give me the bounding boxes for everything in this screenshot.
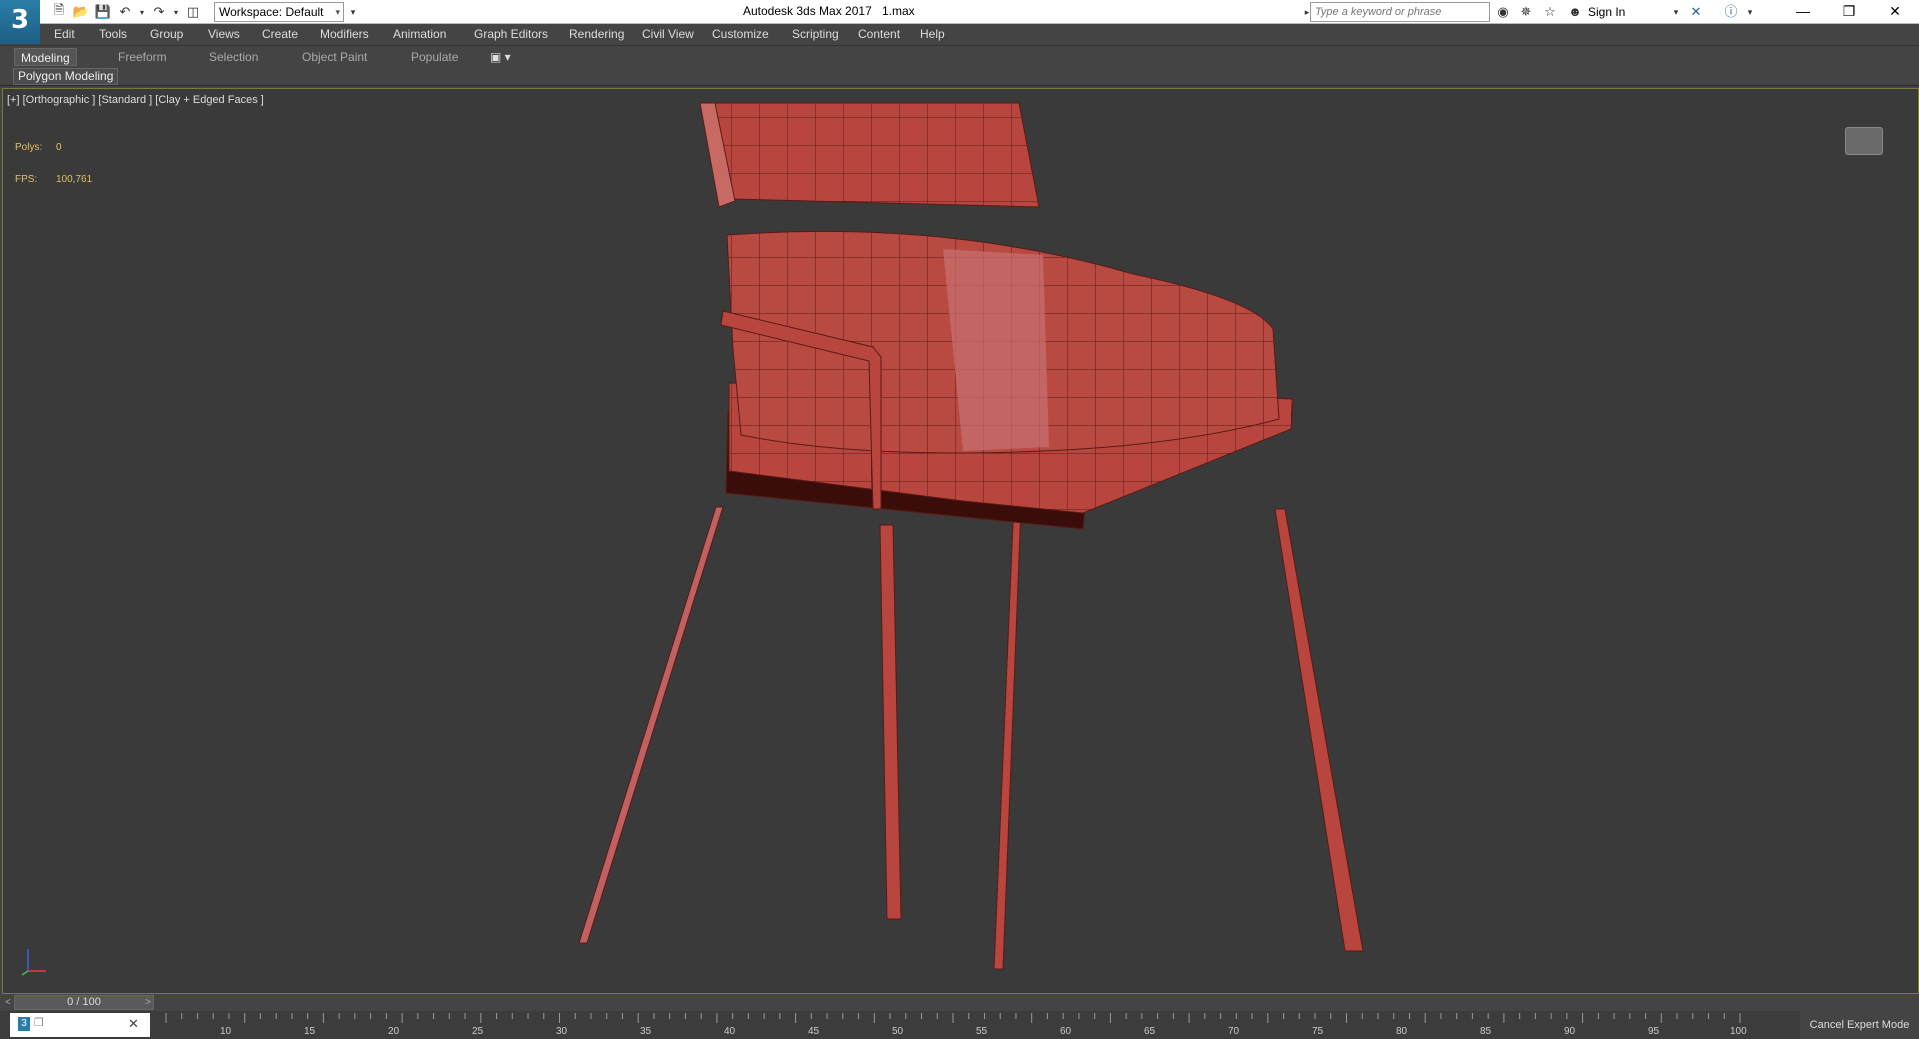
tick-label: 65 (1144, 1026, 1156, 1037)
sign-in-dropdown-icon[interactable]: ▾ (1667, 3, 1685, 21)
menu-create[interactable]: Create (262, 27, 298, 41)
file-name: 1.max (882, 4, 915, 18)
menu-scripting[interactable]: Scripting (792, 27, 839, 41)
tick-label: 50 (892, 1026, 904, 1037)
menu-animation[interactable]: Animation (393, 27, 446, 41)
time-prev-icon[interactable]: < (2, 995, 14, 1010)
workspace-label: Workspace: Default (219, 5, 324, 19)
ribbon-panel: Polygon Modeling (0, 67, 1919, 86)
taskbar-thumbnail[interactable]: 3 ❐ ✕ (10, 1013, 150, 1037)
tab-selection[interactable]: Selection (203, 48, 264, 66)
menu-tools[interactable]: Tools (99, 27, 127, 41)
search-input[interactable]: Type a keyword or phrase (1310, 2, 1490, 22)
redo-dropdown-icon[interactable]: ▾ (172, 3, 180, 21)
sign-in-link[interactable]: Sign In (1588, 5, 1625, 19)
app-title: Autodesk 3ds Max 2017 (743, 4, 872, 18)
polygon-modeling-panel-label[interactable]: Polygon Modeling (13, 68, 119, 85)
tick-label: 80 (1396, 1026, 1408, 1037)
menu-edit[interactable]: Edit (54, 27, 75, 41)
tick-label: 90 (1564, 1026, 1576, 1037)
help-dropdown-icon[interactable]: ▾ (1741, 3, 1759, 21)
axis-gizmo-icon (21, 949, 46, 976)
minimize-button[interactable]: — (1780, 0, 1826, 24)
tick-label: 10 (220, 1026, 232, 1037)
tab-modeling[interactable]: Modeling (14, 48, 77, 66)
tick-label: 100 (1730, 1026, 1747, 1037)
tick-label: 40 (724, 1026, 736, 1037)
chair-leg-front-left (879, 524, 902, 920)
time-slider-bar: < 0 / 100 > (0, 994, 1919, 1011)
chair-model[interactable] (3, 89, 1918, 993)
menu-help[interactable]: Help (920, 27, 945, 41)
viewport-orthographic[interactable]: [+] [Orthographic ] [Standard ] [Clay + … (2, 88, 1919, 994)
tick-label: 15 (304, 1026, 316, 1037)
app-mini-icon: 3 (18, 1017, 30, 1031)
tick-label: 85 (1480, 1026, 1492, 1037)
tick-label: 75 (1312, 1026, 1324, 1037)
menu-group[interactable]: Group (150, 27, 183, 41)
menu-content[interactable]: Content (858, 27, 900, 41)
tick-label: 30 (556, 1026, 568, 1037)
time-next-icon[interactable]: > (142, 995, 154, 1010)
tick-label: 55 (976, 1026, 988, 1037)
binoculars-icon[interactable]: ◉ (1494, 3, 1512, 21)
favorites-star-icon[interactable]: ☆ (1541, 3, 1559, 21)
app-logo-icon[interactable]: 3 (0, 0, 40, 44)
qat-customize-icon[interactable]: ▾ (344, 3, 362, 21)
tab-object-paint[interactable]: Object Paint (296, 48, 373, 66)
close-button[interactable]: ✕ (1872, 0, 1918, 24)
user-icon[interactable]: ☻ (1566, 3, 1584, 21)
restore-button[interactable]: ❐ (1826, 0, 1872, 24)
open-file-icon[interactable]: 📂 (72, 3, 90, 21)
tick-label: 95 (1648, 1026, 1660, 1037)
time-slider[interactable]: 0 / 100 (14, 995, 154, 1010)
tick-label: 20 (388, 1026, 400, 1037)
help-icon[interactable]: ⓘ (1722, 3, 1740, 21)
project-folder-icon[interactable]: ◫ (184, 3, 202, 21)
restore-mini-icon[interactable]: ❐ (34, 1016, 44, 1029)
menu-graph-editors[interactable]: Graph Editors (474, 27, 548, 41)
ribbon-tabs: Modeling Freeform Selection Object Paint… (0, 46, 1919, 67)
save-icon[interactable]: 💾 (94, 3, 112, 21)
new-file-icon[interactable]: 🗎 (50, 2, 68, 21)
undo-icon[interactable]: ↶ (116, 3, 134, 21)
chair-backrest-mesh (700, 103, 1039, 207)
close-mini-icon[interactable]: ✕ (128, 1016, 139, 1032)
tick-label: 35 (640, 1026, 652, 1037)
quick-access-toolbar: 🗎 📂 💾 ↶ ▾ ↷ ▾ ◫ (50, 2, 202, 21)
tick-label: 60 (1060, 1026, 1072, 1037)
menu-bar: Edit Tools Group Views Create Modifiers … (0, 24, 1919, 46)
menu-civil-view[interactable]: Civil View (642, 27, 694, 41)
track-bar[interactable]: 3 ❐ ✕ 10 15 20 25 30 35 40 45 50 55 60 6… (0, 1011, 1919, 1039)
menu-rendering[interactable]: Rendering (569, 27, 624, 41)
chevron-down-icon: ▾ (335, 7, 340, 17)
menu-modifiers[interactable]: Modifiers (320, 27, 369, 41)
menu-customize[interactable]: Customize (712, 27, 769, 41)
undo-dropdown-icon[interactable]: ▾ (138, 3, 146, 21)
redo-icon[interactable]: ↷ (150, 3, 168, 21)
menu-views[interactable]: Views (208, 27, 240, 41)
exchange-apps-icon[interactable]: ✕ (1687, 3, 1705, 21)
communication-center-icon[interactable]: ✵ (1517, 3, 1535, 21)
tick-label: 70 (1228, 1026, 1240, 1037)
chair-leg-back-left (578, 506, 724, 944)
tick-label: 25 (472, 1026, 484, 1037)
tick-label: 45 (808, 1026, 820, 1037)
workspace-dropdown[interactable]: Workspace: Default ▾ (214, 2, 344, 22)
chair-leg-front-right (1274, 508, 1364, 952)
ribbon-toggle-icon[interactable]: ▣ ▾ (484, 48, 517, 66)
tab-freeform[interactable]: Freeform (112, 48, 173, 66)
title-bar: 3 🗎 📂 💾 ↶ ▾ ↷ ▾ ◫ Workspace: Default ▾ ▾… (0, 0, 1919, 44)
cancel-expert-mode-button[interactable]: Cancel Expert Mode (1800, 1011, 1919, 1039)
tab-populate[interactable]: Populate (405, 48, 464, 66)
